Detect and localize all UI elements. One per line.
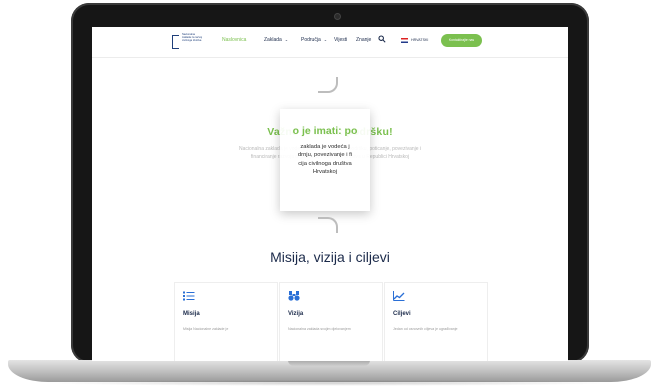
nav-item-znanje[interactable]: Znanje: [356, 37, 371, 43]
nav-item-podrucja[interactable]: Područja ⌄: [301, 37, 327, 43]
chevron-down-icon: ⌄: [323, 37, 328, 42]
croatian-flag-icon[interactable]: [401, 38, 408, 43]
nav-item-vijesti[interactable]: Vijesti: [334, 37, 347, 43]
camera-icon: [335, 14, 340, 19]
card-title: Ciljevi: [393, 311, 411, 317]
nav-item-label: Područja: [301, 37, 321, 43]
laptop-shadow: [40, 380, 619, 386]
language-selector[interactable]: HRVATSKI: [411, 38, 428, 42]
chevron-down-icon: ⌄: [284, 37, 289, 42]
nav-item-naslovnica[interactable]: Naslovnica: [222, 37, 246, 43]
list-icon: [183, 291, 195, 301]
nav-item-zaklada[interactable]: Zaklada ⌄: [264, 37, 288, 43]
contact-button[interactable]: Kontaktirajte nas: [441, 34, 482, 47]
card-title: Vizija: [288, 311, 304, 317]
overlay-text: zaklada je vodeća j drnju, povezivanje i…: [284, 143, 366, 176]
card-text: Misija Nacionalne zaklade je: [183, 327, 229, 331]
overlay-line: zaklada je vodeća j: [300, 144, 350, 150]
binoculars-icon: [288, 291, 300, 301]
brace-decoration-bottom: [318, 217, 338, 233]
section-title: Misija, vizija i ciljevi: [270, 249, 390, 265]
overlay-line: cija civilnoga društva: [298, 160, 352, 167]
screen: Nacionalna zaklada za razvoj civilnoga d…: [92, 27, 568, 361]
card-title: Misija: [183, 311, 200, 317]
card-text: Nacionalna zaklada svojim djelovanjem: [288, 327, 351, 331]
card-text: Jedan od osnovnih ciljeva je ugrađivanje: [393, 327, 458, 331]
search-icon[interactable]: [378, 35, 386, 43]
overlay-line: Hrvatskoj: [312, 168, 338, 175]
logo-text: Nacionalna zaklada za razvoj civilnoga d…: [182, 33, 203, 42]
card-ciljevi[interactable]: Ciljevi Jedan od osnovnih ciljeva je ugr…: [384, 282, 488, 361]
overlay-line: drnju, povezivanje i fi: [297, 152, 353, 159]
site-logo[interactable]: Nacionalna zaklada za razvoj civilnoga d…: [172, 33, 202, 51]
top-navigation: Nacionalna zaklada za razvoj civilnoga d…: [92, 27, 568, 58]
card-vizija[interactable]: Vizija Nacionalna zaklada svojim djelova…: [279, 282, 383, 361]
brace-decoration-top: [318, 77, 338, 93]
overlay-title: o je imati: po: [292, 125, 358, 137]
chart-icon: [393, 291, 405, 301]
logo-icon: [172, 35, 179, 49]
nav-item-label: Zaklada: [264, 37, 282, 43]
card-misija[interactable]: Misija Misija Nacionalne zaklade je: [174, 282, 278, 361]
